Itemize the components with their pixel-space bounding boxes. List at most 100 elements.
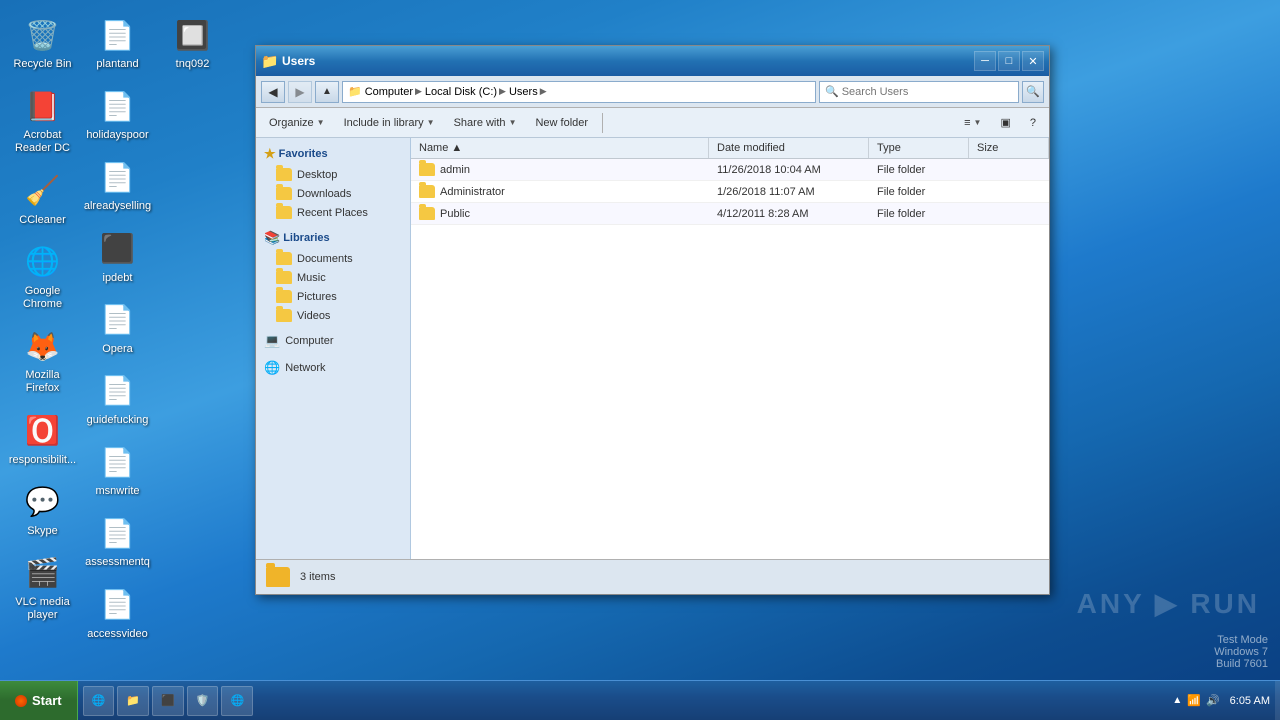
sidebar-item-music[interactable]: Music bbox=[256, 268, 410, 287]
taskbar: Start 🌐 📁 ⬛ 🛡️ 🌐 ▲ 📶 🔊 6:05 bbox=[0, 680, 1280, 720]
minimize-button[interactable]: ─ bbox=[974, 51, 996, 71]
nav-bar: ◀ ▶ ▲ 📁 Computer ▶ Local Disk (C:) ▶ Use… bbox=[256, 76, 1049, 108]
alreadyselling-label: alreadyselling bbox=[84, 200, 151, 213]
acrobat-icon: 📕 bbox=[23, 86, 63, 126]
status-bar: 3 items bbox=[256, 559, 1049, 594]
sidebar-favorites-header[interactable]: ★ Favorites bbox=[256, 143, 410, 165]
table-row[interactable]: Public 4/12/2011 8:28 AM File folder bbox=[411, 203, 1049, 225]
sidebar-music-label: Music bbox=[297, 272, 326, 284]
preview-pane-button[interactable]: ▣ bbox=[992, 111, 1018, 135]
taskbar-item-explorer[interactable]: 📁 bbox=[117, 686, 149, 716]
desktop-icon-holidayspoor[interactable]: 📄 holidayspoor bbox=[80, 81, 155, 147]
sidebar-item-network[interactable]: 🌐 Network bbox=[256, 357, 410, 379]
desktop-icon-responsibilit[interactable]: 📄 Opera bbox=[80, 295, 155, 361]
desktop-icon-recycle-bin[interactable]: 🗑️ Recycle Bin bbox=[5, 10, 80, 76]
include-library-label: Include in library bbox=[344, 117, 424, 129]
desktop-icon-chrome[interactable]: 🌐 Google Chrome bbox=[5, 237, 80, 316]
desktop-icon-assessmentq[interactable]: 📄 assessmentq bbox=[80, 508, 155, 574]
test-mode-line3: Build 7601 bbox=[1214, 658, 1268, 670]
sidebar-libraries-header[interactable]: 📚 Libraries bbox=[256, 227, 410, 249]
forward-button[interactable]: ▶ bbox=[288, 81, 312, 103]
share-with-button[interactable]: Share with ▼ bbox=[446, 111, 525, 135]
help-button[interactable]: ? bbox=[1022, 111, 1044, 135]
desktop-icon-msnwrite[interactable]: 📄 msnwrite bbox=[80, 437, 155, 503]
shield-icon: 🛡️ bbox=[196, 694, 210, 707]
sidebar-item-recent-places[interactable]: Recent Places bbox=[256, 203, 410, 222]
desktop-icon-ccleaner[interactable]: 🧹 CCleaner bbox=[5, 166, 80, 232]
taskbar-item-chrome-tb[interactable]: 🌐 bbox=[221, 686, 253, 716]
content-area: ★ Favorites Desktop Downloads Recent Pla… bbox=[256, 138, 1049, 559]
up-button[interactable]: ▲ bbox=[315, 81, 339, 103]
ccleaner-label: CCleaner bbox=[19, 214, 65, 227]
explorer-tb-icon: 📁 bbox=[126, 694, 140, 707]
address-computer: Computer bbox=[365, 86, 413, 98]
sidebar-item-videos[interactable]: Videos bbox=[256, 306, 410, 325]
search-icon: 🔍 bbox=[825, 85, 839, 98]
table-row[interactable]: Administrator 1/26/2018 11:07 AM File fo… bbox=[411, 181, 1049, 203]
organize-button[interactable]: Organize ▼ bbox=[261, 111, 333, 135]
chrome-tb-icon: 🌐 bbox=[230, 694, 244, 707]
col-header-size[interactable]: Size bbox=[969, 138, 1049, 158]
start-label: Start bbox=[32, 693, 62, 708]
guidefucking-icon: 📄 bbox=[98, 371, 138, 411]
file-size-admin bbox=[969, 166, 1049, 174]
desktop-icon-area: 🗑️ Recycle Bin 📕 Acrobat Reader DC 🧹 CCl… bbox=[0, 0, 250, 680]
desktop-icon-opera[interactable]: 🅾️ responsibilit... bbox=[5, 406, 80, 472]
taskbar-item-cmd[interactable]: ⬛ bbox=[152, 686, 184, 716]
sidebar-videos-label: Videos bbox=[297, 310, 330, 322]
desktop-icon-alreadyselling[interactable]: 📄 alreadyselling bbox=[80, 152, 155, 218]
sidebar-item-desktop[interactable]: Desktop bbox=[256, 165, 410, 184]
desktop-icon-accessvideo[interactable]: 📄 accessvideo bbox=[80, 580, 155, 646]
ipdebt-label: ipdebt bbox=[103, 272, 133, 285]
col-header-type[interactable]: Type bbox=[869, 138, 969, 158]
view-details-button[interactable]: ≡▼ bbox=[956, 111, 989, 135]
close-button[interactable]: ✕ bbox=[1022, 51, 1044, 71]
new-folder-button[interactable]: New folder bbox=[527, 111, 596, 135]
taskbar-clock[interactable]: 6:05 AM bbox=[1230, 695, 1275, 707]
address-bar[interactable]: 📁 Computer ▶ Local Disk (C:) ▶ Users ▶ bbox=[342, 81, 816, 103]
search-go-button[interactable]: 🔍 bbox=[1022, 81, 1044, 103]
sidebar-item-documents[interactable]: Documents bbox=[256, 249, 410, 268]
address-segment-users: Users ▶ bbox=[509, 86, 547, 98]
sidebar-downloads-label: Downloads bbox=[297, 188, 351, 200]
search-box[interactable]: 🔍 bbox=[819, 81, 1019, 103]
col-header-date[interactable]: Date modified bbox=[709, 138, 869, 158]
col-header-name[interactable]: Name ▲ bbox=[411, 138, 709, 158]
accessvideo-icon: 📄 bbox=[98, 585, 138, 625]
desktop-icon-ipdebt[interactable]: ⬛ ipdebt bbox=[80, 224, 155, 290]
tray-arrow[interactable]: ▲ bbox=[1172, 695, 1182, 706]
desktop-icon-vlc[interactable]: 🎬 VLC media player bbox=[5, 548, 80, 627]
desktop-icon-firefox[interactable]: 🦊 Mozilla Firefox bbox=[5, 321, 80, 400]
sidebar-item-pictures[interactable]: Pictures bbox=[256, 287, 410, 306]
maximize-button[interactable]: □ bbox=[998, 51, 1020, 71]
table-row[interactable]: admin 11/26/2018 10:04 AM File folder bbox=[411, 159, 1049, 181]
include-library-button[interactable]: Include in library ▼ bbox=[336, 111, 443, 135]
desktop-icon-skype[interactable]: 💬 Skype bbox=[5, 477, 80, 543]
sidebar-favorites-label: Favorites bbox=[279, 148, 328, 160]
computer-icon: 💻 bbox=[264, 333, 280, 349]
favorites-icon: ★ bbox=[264, 146, 276, 162]
sidebar-item-downloads[interactable]: Downloads bbox=[256, 184, 410, 203]
title-bar[interactable]: 📁 Users ─ □ ✕ bbox=[256, 46, 1049, 76]
start-button[interactable]: Start bbox=[0, 681, 78, 720]
new-folder-label: New folder bbox=[535, 117, 588, 129]
holidayspoor-label: holidayspoor bbox=[86, 129, 148, 142]
desktop-icon-plantand[interactable]: 📄 plantand bbox=[80, 10, 155, 76]
desktop-icon-tnq092[interactable]: 🔲 tnq092 bbox=[155, 10, 230, 76]
file-name-administrator: Administrator bbox=[411, 181, 709, 202]
taskbar-item-shield[interactable]: 🛡️ bbox=[187, 686, 219, 716]
taskbar-item-ie[interactable]: 🌐 bbox=[83, 686, 115, 716]
desktop-icon-guidefucking[interactable]: 📄 guidefucking bbox=[80, 366, 155, 432]
search-input[interactable] bbox=[842, 86, 1013, 98]
organize-arrow: ▼ bbox=[317, 118, 325, 127]
window-title: Users bbox=[282, 54, 974, 68]
pictures-folder-icon bbox=[276, 290, 292, 303]
chrome-label: Google Chrome bbox=[8, 285, 77, 311]
file-date-public: 4/12/2011 8:28 AM bbox=[709, 204, 869, 224]
desktop-icon-acrobat[interactable]: 📕 Acrobat Reader DC bbox=[5, 81, 80, 160]
ipdebt-icon: ⬛ bbox=[98, 229, 138, 269]
back-button[interactable]: ◀ bbox=[261, 81, 285, 103]
show-desktop-button[interactable] bbox=[1275, 681, 1280, 720]
sidebar-item-computer[interactable]: 💻 Computer bbox=[256, 330, 410, 352]
title-bar-buttons: ─ □ ✕ bbox=[974, 51, 1044, 71]
